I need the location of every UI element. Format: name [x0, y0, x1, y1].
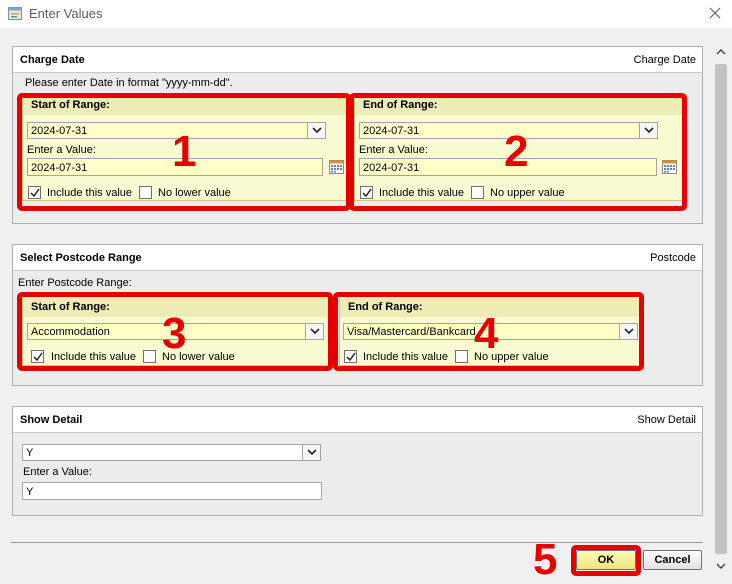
select-value: Accommodation: [31, 326, 110, 338]
annotation-number-1: 1: [172, 127, 197, 176]
postcode-right-label: Postcode: [650, 252, 696, 264]
select-value: 2024-07-31: [363, 125, 420, 137]
show-detail-title: Show Detail: [20, 414, 83, 426]
no-upper-value-checkbox[interactable]: [455, 350, 468, 363]
annotation-number-3: 3: [162, 309, 187, 358]
cancel-button[interactable]: Cancel: [643, 550, 702, 570]
annotation-number-5: 5: [533, 535, 558, 584]
include-value-label: Include this value: [379, 187, 464, 199]
title-bar: Enter Values: [0, 0, 732, 28]
range-title: Start of Range:: [31, 99, 110, 111]
include-value-label: Include this value: [363, 351, 448, 363]
include-value-label: Include this value: [51, 351, 136, 363]
range-title: End of Range:: [348, 301, 423, 313]
chevron-down-icon[interactable]: [619, 324, 637, 339]
enter-value-label: Enter a Value:: [359, 144, 428, 156]
ok-button[interactable]: OK: [576, 550, 636, 570]
include-value-checkbox[interactable]: [360, 186, 373, 199]
app-icon: [8, 7, 22, 20]
postcode-section: Select Postcode Range Postcode Enter Pos…: [12, 244, 703, 386]
input-value: 2024-07-31: [363, 162, 420, 174]
range-title: Start of Range:: [31, 301, 110, 313]
input-value: Y: [26, 486, 34, 498]
scrollbar-thumb[interactable]: [715, 64, 727, 554]
close-icon[interactable]: [707, 5, 723, 21]
enter-value-label: Enter a Value:: [23, 466, 92, 478]
show-detail-right-label: Show Detail: [637, 414, 696, 426]
no-lower-value-checkbox[interactable]: [143, 350, 156, 363]
no-upper-value-checkbox[interactable]: [471, 186, 484, 199]
charge-date-instruction: Please enter Date in format "yyyy-mm-dd"…: [25, 77, 233, 89]
include-value-checkbox[interactable]: [31, 350, 44, 363]
calendar-icon[interactable]: [662, 159, 677, 174]
vertical-scrollbar[interactable]: [713, 40, 729, 578]
include-value-checkbox[interactable]: [28, 186, 41, 199]
range-header: Start of Range:: [23, 95, 349, 115]
checkmark-icon: [33, 352, 43, 362]
chevron-down-icon[interactable]: [307, 123, 325, 138]
include-value-label: Include this value: [47, 187, 132, 199]
checkmark-icon: [30, 188, 40, 198]
chevron-down-icon[interactable]: [639, 123, 657, 138]
select-value: 2024-07-31: [31, 125, 88, 137]
charge-date-body: Please enter Date in format "yyyy-mm-dd"…: [13, 73, 702, 223]
no-lower-value-checkbox[interactable]: [139, 186, 152, 199]
annotation-number-4: 4: [474, 309, 499, 358]
show-detail-header: Show Detail Show Detail: [13, 407, 702, 433]
postcode-body: Enter Postcode Range: Start of Range: Ac…: [13, 271, 702, 385]
chevron-down-icon[interactable]: [305, 324, 323, 339]
postcode-header: Select Postcode Range Postcode: [13, 245, 702, 271]
window-title: Enter Values: [29, 6, 103, 21]
include-value-checkbox[interactable]: [344, 350, 357, 363]
postcode-instruction: Enter Postcode Range:: [18, 277, 132, 289]
calendar-icon[interactable]: [329, 159, 344, 174]
scroll-down-icon[interactable]: [713, 558, 729, 574]
no-upper-value-label: No upper value: [490, 187, 565, 199]
range-header: End of Range:: [355, 95, 683, 115]
chevron-down-icon[interactable]: [302, 445, 320, 460]
show-detail-section: Show Detail Show Detail Y Enter a Value:…: [12, 406, 703, 516]
charge-date-right-label: Charge Date: [633, 54, 696, 66]
postcode-title: Select Postcode Range: [20, 252, 142, 264]
charge-date-section: Charge Date Charge Date Please enter Dat…: [12, 46, 703, 224]
show-detail-select[interactable]: Y: [22, 444, 321, 461]
no-lower-value-label: No lower value: [158, 187, 231, 199]
scroll-up-icon[interactable]: [713, 44, 729, 60]
input-value: 2024-07-31: [31, 162, 88, 174]
checkmark-icon: [362, 188, 372, 198]
annotation-number-2: 2: [504, 127, 529, 176]
footer-separator: [11, 542, 703, 543]
show-detail-input[interactable]: Y: [22, 482, 322, 500]
show-detail-body: Y Enter a Value: Y: [13, 433, 702, 515]
select-value: Y: [26, 447, 34, 459]
range-title: End of Range:: [363, 99, 438, 111]
select-value: Visa/Mastercard/Bankcard: [347, 326, 476, 338]
checkmark-icon: [346, 352, 356, 362]
charge-date-header: Charge Date Charge Date: [13, 47, 702, 73]
enter-value-label: Enter a Value:: [27, 144, 96, 156]
charge-date-title: Charge Date: [20, 54, 85, 66]
